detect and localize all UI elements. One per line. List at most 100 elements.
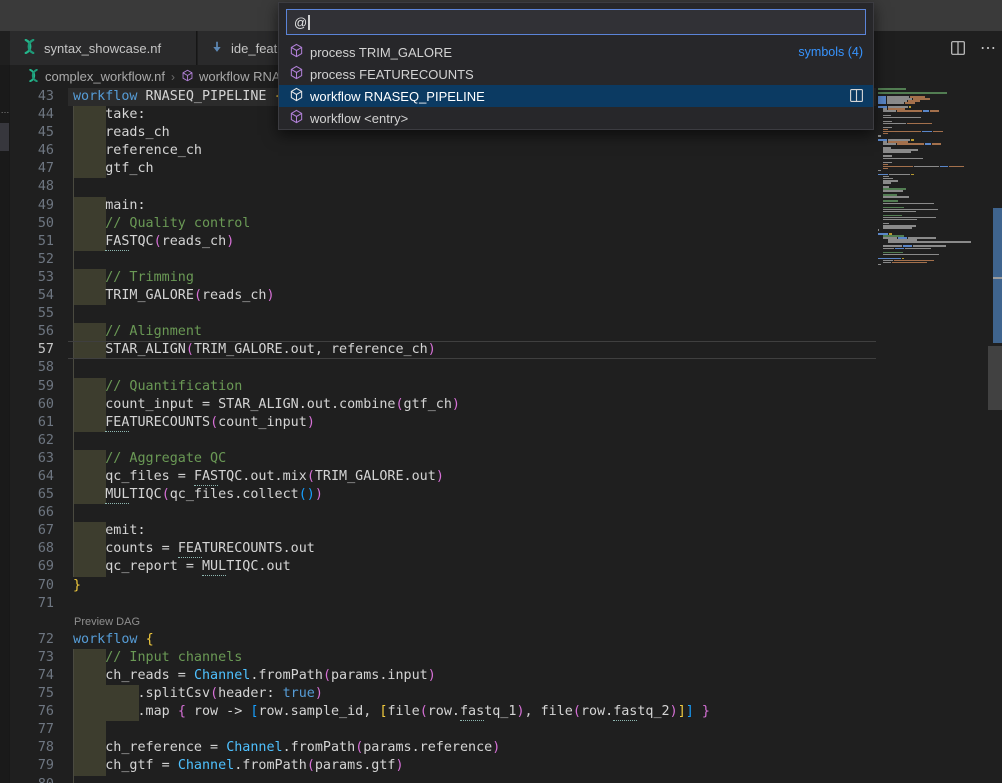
minimap-line [883,211,916,213]
quick-open-item[interactable]: process FEATURECOUNTS [279,63,873,85]
split-editor-button[interactable] [948,38,968,58]
code-line[interactable]: 56 // Alignment [10,323,1002,341]
line-number: 50 [10,215,54,233]
line-number: 44 [10,106,54,124]
indent-guide [73,359,74,377]
line-number: 73 [10,649,54,667]
code-line[interactable]: 68 counts = FEATURECOUNTS.out [10,540,1002,558]
code-line[interactable]: 59 // Quantification [10,378,1002,396]
symbol-cube-icon [289,87,304,105]
symbol-cube-icon [289,65,304,83]
code-line[interactable]: 75 .splitCsv(header: true) [10,685,1002,703]
code-line[interactable]: 64 qc_files = FASTQC.out.mix(TRIM_GALORE… [10,468,1002,486]
code-text: TRIM_GALORE(reads_ch) [73,287,275,305]
code-text: // Aggregate QC [73,450,226,468]
code-line[interactable]: 48 [10,178,1002,196]
minimap-line [883,143,941,145]
code-line[interactable]: 80 [10,776,1002,783]
code-line[interactable]: 67 emit: [10,522,1002,540]
code-line[interactable]: 55 [10,305,1002,323]
quick-open-item[interactable]: process TRIM_GALOREsymbols (4) [279,41,873,63]
code-line[interactable]: 77 [10,721,1002,739]
minimap-line [888,241,971,243]
code-text: // Quality control [73,215,250,233]
line-number: 53 [10,269,54,287]
code-text: emit: [73,522,146,540]
code-line[interactable]: 61 FEATURECOUNTS(count_input) [10,414,1002,432]
line-number: 45 [10,124,54,142]
code-text: // Input channels [73,649,242,667]
tab-label: ide_feat [231,41,277,56]
code-line[interactable]: 53 // Trimming [10,269,1002,287]
code-line[interactable]: 65 MULTIQC(qc_files.collect()) [10,486,1002,504]
strip-scrollbar-thumb[interactable] [0,123,9,151]
code-line[interactable]: 60 count_input = STAR_ALIGN.out.combine(… [10,396,1002,414]
code-text: ch_reference = Channel.fromPath(params.r… [73,739,500,757]
code-line[interactable]: 58 [10,359,1002,377]
line-number: 49 [10,197,54,215]
code-line[interactable]: 62 [10,432,1002,450]
code-line[interactable]: 71 [10,595,1002,613]
quick-open-item[interactable]: workflow RNASEQ_PIPELINE [279,85,873,107]
minimap-line [883,227,912,229]
code-text: gtf_ch [73,160,154,178]
code-line[interactable]: 70} [10,577,1002,595]
line-number: 67 [10,522,54,540]
code-text: ch_reads = Channel.fromPath(params.input… [73,667,436,685]
code-text: // Trimming [73,269,194,287]
minimap-line [883,166,964,168]
line-number: 54 [10,287,54,305]
tab-syntax-showcase[interactable]: syntax_showcase.nf [10,31,197,65]
code-line[interactable]: 49 main: [10,197,1002,215]
line-number: 55 [10,305,54,323]
code-line[interactable]: 66 [10,504,1002,522]
line-number: 46 [10,142,54,160]
code-line[interactable]: 57 STAR_ALIGN(TRIM_GALORE.out, reference… [10,341,1002,359]
open-to-side-button[interactable] [849,88,864,106]
code-text: reference_ch [73,142,202,160]
code-line[interactable]: 76 .map { row -> [row.sample_id, [file(r… [10,703,1002,721]
quick-open-item-label: workflow RNASEQ_PIPELINE [310,89,485,104]
line-number: 70 [10,577,54,595]
line-number: 64 [10,468,54,486]
code-line[interactable]: 51 FASTQC(reads_ch) [10,233,1002,251]
code-line[interactable]: 74 ch_reads = Channel.fromPath(params.in… [10,667,1002,685]
code-text: .map { row -> [row.sample_id, [file(row.… [73,703,710,721]
tab-label: syntax_showcase.nf [44,41,161,56]
breadcrumb-file[interactable]: complex_workflow.nf [45,69,165,84]
code-editor[interactable]: 43workflow RNASEQ_PIPELINE {44 take:45 r… [10,88,1002,783]
symbol-cube-icon [289,109,304,127]
line-number: 74 [10,667,54,685]
code-line[interactable]: 52 [10,251,1002,269]
code-line[interactable]: 63 // Aggregate QC [10,450,1002,468]
line-number: 75 [10,685,54,703]
code-text: .splitCsv(header: true) [73,685,323,703]
code-line[interactable]: 50 // Quality control [10,215,1002,233]
minimap-line [883,203,934,205]
code-text: STAR_ALIGN(TRIM_GALORE.out, reference_ch… [73,341,436,359]
codelens-preview-dag[interactable]: Preview DAG [10,613,1002,631]
code-line[interactable]: 69 qc_report = MULTIQC.out [10,558,1002,576]
quick-open-input[interactable]: @ [286,9,866,35]
nextflow-logo-icon [27,69,40,85]
minimap-line [883,151,911,153]
line-number: 71 [10,595,54,613]
code-text: workflow RNASEQ_PIPELINE { [73,88,283,106]
minimap-line [883,254,939,256]
code-line[interactable]: 73 // Input channels [10,649,1002,667]
ruler-range-highlight [993,279,1002,343]
code-text: count_input = STAR_ALIGN.out.combine(gtf… [73,396,460,414]
quick-open-item[interactable]: workflow <entry> [279,107,873,129]
code-line[interactable]: 46 reference_ch [10,142,1002,160]
code-line[interactable]: 54 TRIM_GALORE(reads_ch) [10,287,1002,305]
indent-guide [73,504,74,522]
code-line[interactable]: 72workflow { [10,631,1002,649]
code-line[interactable]: 78 ch_reference = Channel.fromPath(param… [10,739,1002,757]
code-line[interactable]: 47 gtf_ch [10,160,1002,178]
minimap[interactable] [878,88,986,288]
line-number: 66 [10,504,54,522]
nextflow-logo-icon [22,39,37,57]
code-line[interactable]: 79 ch_gtf = Channel.fromPath(params.gtf) [10,757,1002,775]
quick-open-widget: @ process TRIM_GALOREsymbols (4)process … [278,2,874,130]
minimap-line [878,135,881,137]
